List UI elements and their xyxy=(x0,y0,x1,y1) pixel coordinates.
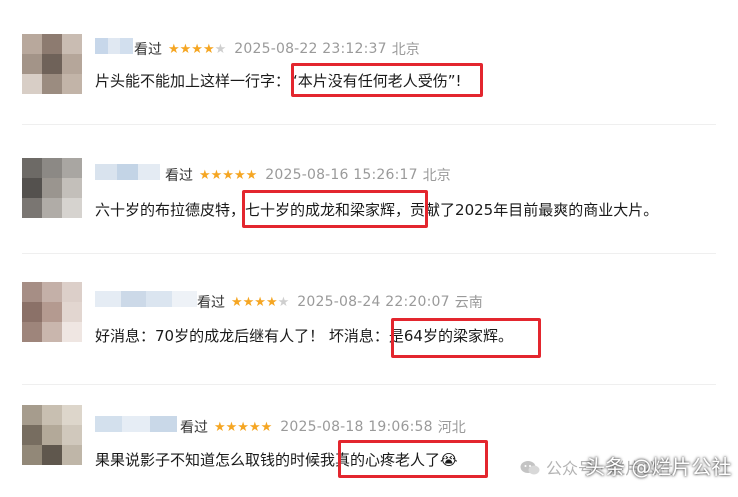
rating-stars: ★★★★★ xyxy=(214,419,273,435)
divider xyxy=(22,124,716,125)
watch-status: 看过 xyxy=(165,168,193,184)
avatar[interactable] xyxy=(22,34,82,94)
review-time: 2025-08-24 22:20:07 xyxy=(297,294,450,310)
highlight-box xyxy=(338,440,488,478)
rating-stars: ★★★★★ xyxy=(199,167,258,183)
blurred-username[interactable] xyxy=(95,38,134,54)
highlight-box xyxy=(391,318,541,358)
review-time: 2025-08-16 15:26:17 xyxy=(265,167,418,183)
wechat-icon xyxy=(520,460,540,476)
review-time: 2025-08-18 19:06:58 xyxy=(280,419,433,435)
watch-status: 看过 xyxy=(197,295,225,311)
review-location: 河北 xyxy=(437,420,466,436)
watch-status: 看过 xyxy=(180,420,208,436)
review-time: 2025-08-22 23:12:37 xyxy=(234,41,387,57)
review-location: 云南 xyxy=(454,295,483,311)
review-location: 北京 xyxy=(422,168,451,184)
review-meta: 看过 ★★★★★ 2025-08-24 22:20:07 云南 xyxy=(197,292,483,312)
highlight-box xyxy=(242,190,428,228)
divider xyxy=(22,384,716,385)
divider xyxy=(22,253,716,254)
review-meta: 看过 ★★★★★ 2025-08-16 15:26:17 北京 xyxy=(165,165,451,185)
rating-stars: ★★★★★ xyxy=(231,294,290,310)
blurred-username[interactable] xyxy=(95,416,177,432)
highlight-box xyxy=(291,63,483,97)
avatar[interactable] xyxy=(22,158,82,218)
review-meta: 看过 ★★★★★ 2025-08-18 19:06:58 河北 xyxy=(180,417,466,437)
blurred-username[interactable] xyxy=(95,291,197,307)
rating-stars: ★★★★★ xyxy=(168,41,227,57)
toutiao-brand-watermark: 头条 @烂片公社 xyxy=(585,455,732,479)
avatar[interactable] xyxy=(22,282,82,342)
blurred-username[interactable] xyxy=(95,164,161,180)
review-location: 北京 xyxy=(391,42,420,58)
watch-status: 看过 xyxy=(134,42,162,58)
avatar[interactable] xyxy=(22,405,82,465)
review-meta: 看过 ★★★★★ 2025-08-22 23:12:37 北京 xyxy=(134,39,420,59)
